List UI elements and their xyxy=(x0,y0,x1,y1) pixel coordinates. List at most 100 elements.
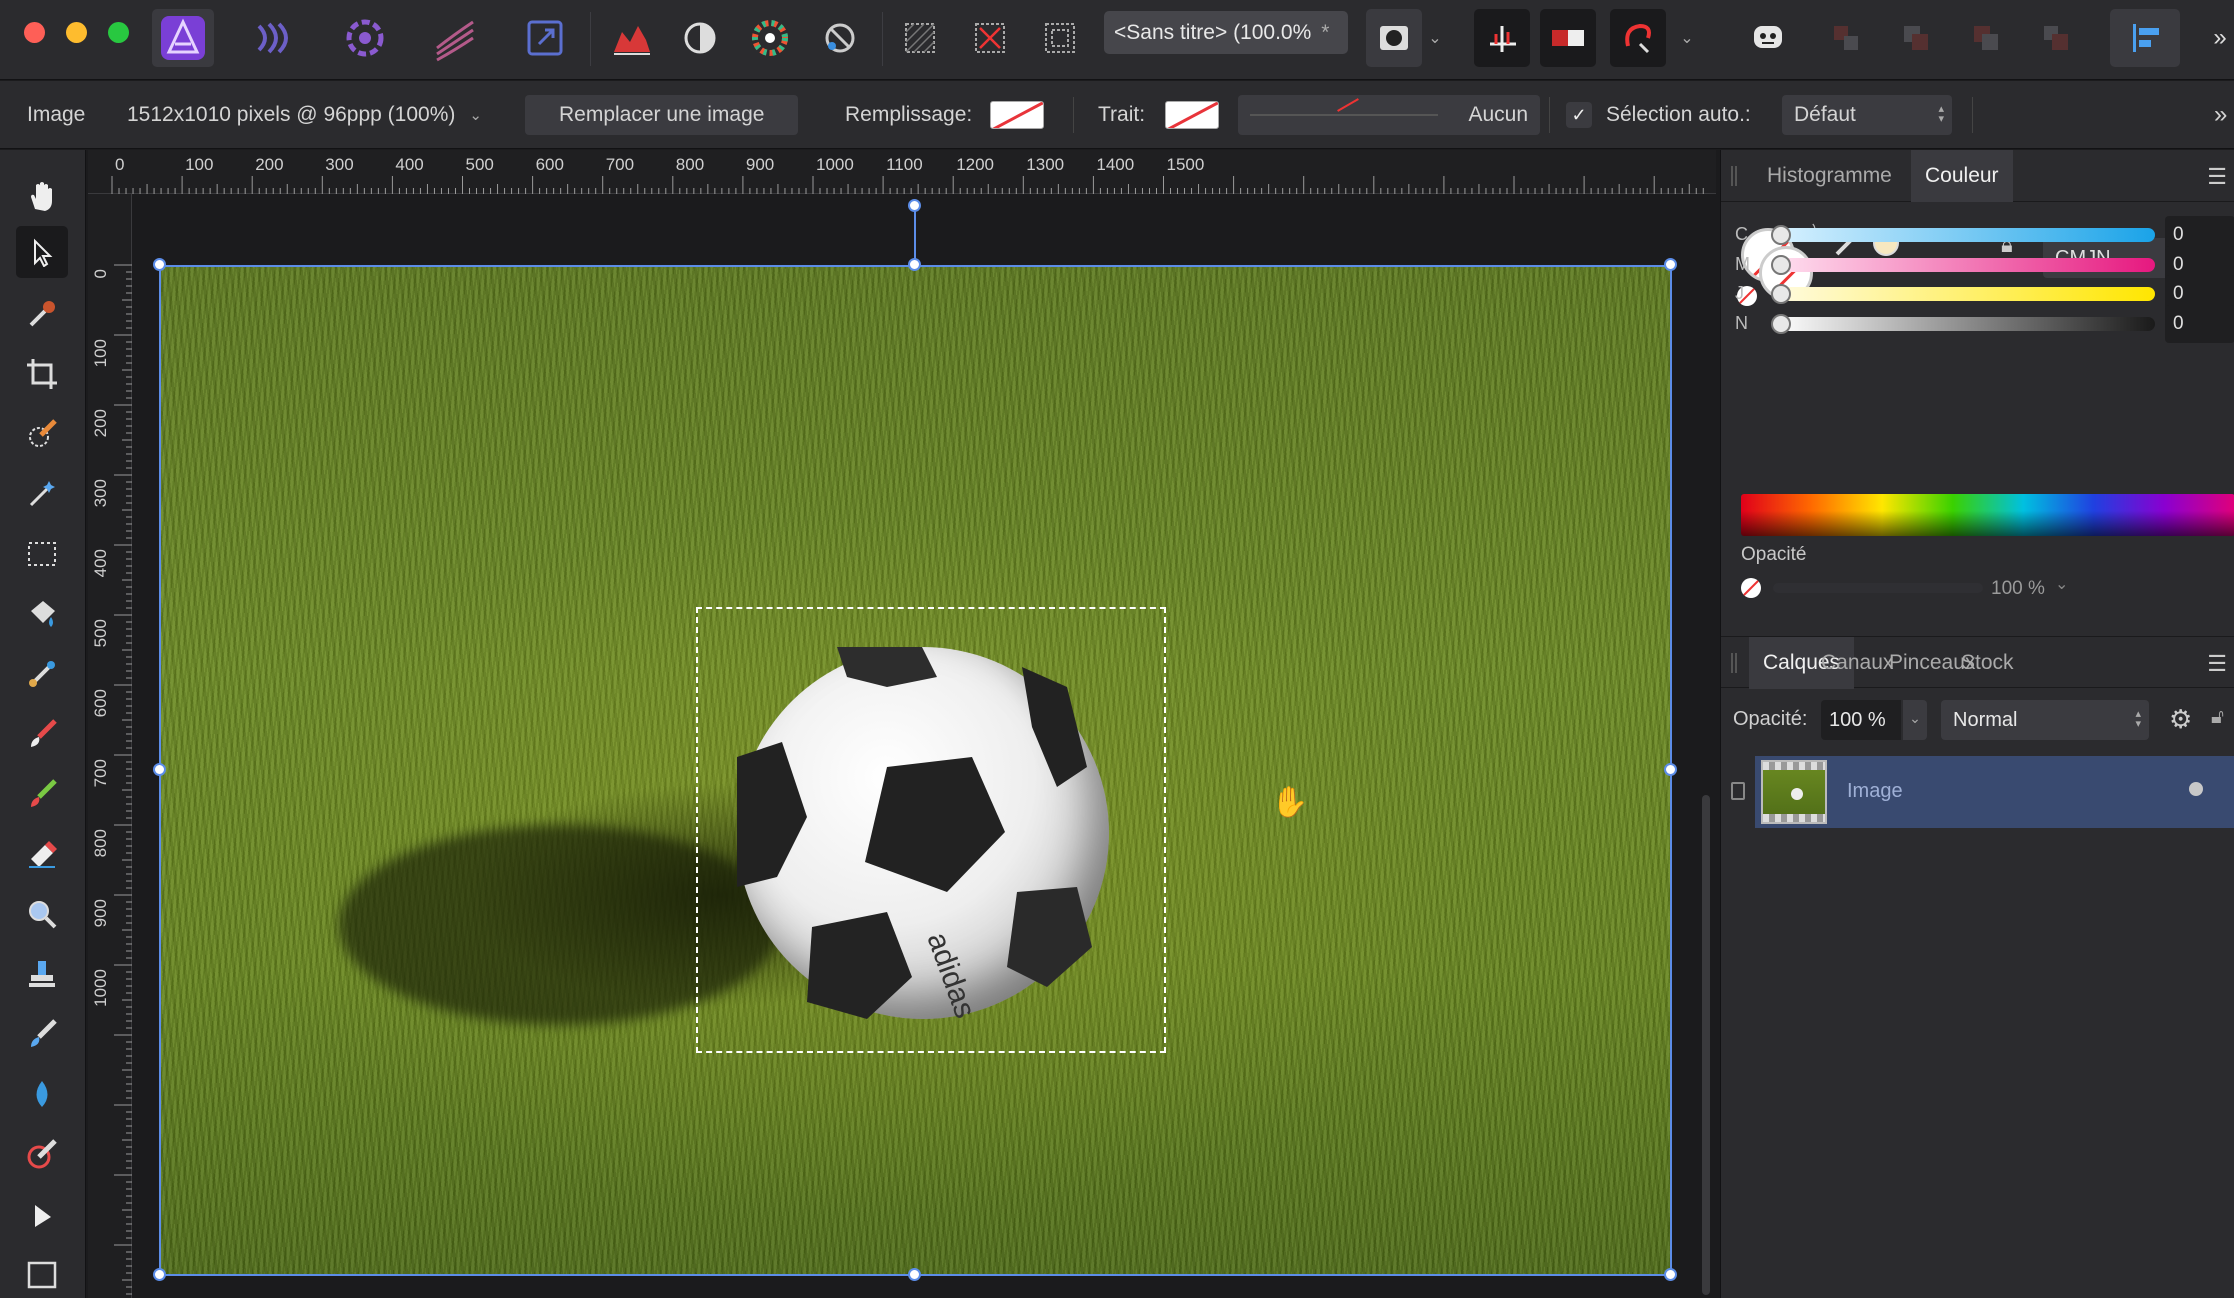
assistant-button[interactable] xyxy=(1610,9,1666,67)
invert-selection-button[interactable] xyxy=(1032,9,1088,67)
marquee-tool[interactable] xyxy=(16,528,68,580)
toolbar-overflow-button[interactable]: » xyxy=(2206,9,2234,67)
slider-track[interactable] xyxy=(1775,228,2155,242)
layer-opacity-dropdown[interactable]: ⌄ xyxy=(1903,700,1927,740)
close-window-button[interactable] xyxy=(24,22,45,43)
resize-handle-right[interactable] xyxy=(1664,763,1677,776)
blend-mode-dropdown[interactable]: Normal ▴ ▾ xyxy=(1941,700,2149,740)
liquify-persona-button[interactable] xyxy=(244,9,306,67)
crop-tool[interactable] xyxy=(16,348,68,400)
auto-select-checkbox[interactable]: ✓ xyxy=(1566,102,1592,128)
slider-track[interactable] xyxy=(1775,287,2155,301)
arrange-front-button[interactable] xyxy=(2028,9,2084,67)
scrollbar-thumb[interactable] xyxy=(1702,795,1710,1295)
gradient-tool[interactable] xyxy=(16,648,68,700)
snapping-button[interactable] xyxy=(1474,9,1530,67)
assistant-dropdown[interactable]: ⌄ xyxy=(1676,9,1698,67)
assistant-manager-button[interactable] xyxy=(1740,9,1796,67)
develop-persona-button[interactable] xyxy=(334,9,396,67)
clone-tool[interactable] xyxy=(16,948,68,1000)
vertical-ruler[interactable]: 0 100 200 300 400 500 600 700 800 900 1000 xyxy=(88,194,132,1298)
photo-persona-button[interactable] xyxy=(152,9,214,67)
blur-brush-tool[interactable] xyxy=(16,1068,68,1120)
paint-brush-tool[interactable] xyxy=(16,708,68,760)
tab-histogram[interactable]: Histogramme xyxy=(1753,150,1906,202)
flood-fill-tool[interactable] xyxy=(16,588,68,640)
horizontal-ruler[interactable]: 0 100 200 300 400 500 600 700 800 900 1000 1100 1200… xyxy=(88,150,1716,194)
tone-mapping-persona-button[interactable] xyxy=(424,9,486,67)
stroke-swatch[interactable] xyxy=(1165,101,1219,129)
slider-knob[interactable] xyxy=(1771,225,1791,245)
tab-stock[interactable]: Stock xyxy=(1947,637,2028,689)
resize-handle-bottom-left[interactable] xyxy=(153,1268,166,1281)
export-persona-button[interactable] xyxy=(514,9,576,67)
layer-visibility-dot[interactable] xyxy=(2189,782,2203,796)
quick-mask-button[interactable] xyxy=(1366,9,1422,67)
fill-swatch[interactable] xyxy=(990,101,1044,129)
slider-track[interactable] xyxy=(1775,316,2155,331)
auto-contrast-button[interactable] xyxy=(672,9,728,67)
auto-select-dropdown[interactable]: Défaut ▴ ▾ xyxy=(1782,95,1952,135)
vertical-scrollbar[interactable] xyxy=(1698,195,1716,1298)
healing-brush-tool[interactable] xyxy=(16,1008,68,1060)
rotation-handle[interactable] xyxy=(908,199,921,212)
resize-handle-top-left[interactable] xyxy=(153,258,166,271)
zoom-tool[interactable] xyxy=(16,888,68,940)
force-pixel-alignment-button[interactable] xyxy=(1540,9,1596,67)
arrange-forward-button[interactable] xyxy=(1958,9,2014,67)
ruler-tick-label: 300 xyxy=(325,155,353,174)
vertical-ruler-ticks: 0 100 200 300 400 500 600 700 800 900 1000 xyxy=(91,264,132,1295)
node-tool[interactable] xyxy=(16,1190,68,1242)
zoom-window-button[interactable] xyxy=(108,22,129,43)
deselect-button[interactable] xyxy=(962,9,1018,67)
arrange-backward-button[interactable] xyxy=(1888,9,1944,67)
layer-opacity-value[interactable]: 100 % xyxy=(1821,700,1901,740)
image-layer-photo[interactable]: adidas ✋ xyxy=(159,265,1671,1275)
quick-mask-dropdown[interactable]: ⌄ xyxy=(1424,9,1446,67)
replace-image-button[interactable]: Remplacer une image xyxy=(525,95,799,135)
slider-knob[interactable] xyxy=(1771,254,1791,275)
move-tool[interactable] xyxy=(16,226,68,278)
smudge-brush-tool[interactable] xyxy=(16,1128,68,1180)
color-spectrum[interactable] xyxy=(1741,494,2234,536)
opacity-value[interactable]: 100 % xyxy=(1991,578,2045,600)
panel-menu-icon[interactable]: ☰ xyxy=(2207,651,2227,677)
resize-handle-top[interactable] xyxy=(908,258,921,271)
color-replacement-tool[interactable] xyxy=(16,768,68,820)
gear-icon[interactable]: ⚙ xyxy=(2169,704,2192,735)
lock-icon[interactable]: 🔓︎ xyxy=(2211,706,2224,729)
stroke-style-dropdown[interactable]: Aucun xyxy=(1238,95,1540,135)
opacity-slider[interactable] xyxy=(1773,583,1983,593)
align-button[interactable] xyxy=(2110,9,2180,67)
slider-value[interactable]: 0 xyxy=(2165,304,2234,343)
slider-knob[interactable] xyxy=(1771,284,1791,304)
layer-expander[interactable] xyxy=(1721,756,1755,828)
resize-handle-bottom-right[interactable] xyxy=(1664,1268,1677,1281)
layer-row-image[interactable]: Image xyxy=(1721,756,2234,828)
rectangle-tool[interactable] xyxy=(16,1248,68,1298)
minimize-window-button[interactable] xyxy=(66,22,87,43)
image-info-dropdown[interactable]: 1512x1010 pixels @ 96ppp (100%) ⌄ xyxy=(127,81,482,149)
color-picker-tool[interactable] xyxy=(16,288,68,340)
levels-adjustment-button[interactable] xyxy=(604,9,660,67)
slider-knob[interactable] xyxy=(1771,313,1791,334)
chevron-down-icon[interactable]: ⌄ xyxy=(2055,574,2068,594)
selection-brush-tool[interactable] xyxy=(16,408,68,460)
arrange-back-button[interactable] xyxy=(1818,9,1874,67)
panel-menu-icon[interactable]: ☰ xyxy=(2207,164,2227,190)
document-tab[interactable]: <Sans titre> (100.0% * xyxy=(1104,11,1348,54)
auto-colors-button[interactable] xyxy=(742,9,798,67)
slider-track[interactable] xyxy=(1775,257,2155,272)
erase-brush-tool[interactable] xyxy=(16,828,68,880)
auto-white-balance-button[interactable] xyxy=(812,9,868,67)
chevrons-right-icon[interactable]: » xyxy=(2214,81,2227,149)
flood-select-tool[interactable] xyxy=(16,468,68,520)
stepper-icon: ▴▾ xyxy=(1938,103,1944,125)
resize-handle-top-right[interactable] xyxy=(1664,258,1677,271)
layer-name[interactable]: Image xyxy=(1847,780,1903,803)
resize-handle-bottom[interactable] xyxy=(908,1268,921,1281)
tab-color[interactable]: Couleur xyxy=(1911,150,2013,202)
hand-tool[interactable] xyxy=(16,170,68,222)
resize-handle-left[interactable] xyxy=(153,763,166,776)
select-all-button[interactable] xyxy=(892,9,948,67)
